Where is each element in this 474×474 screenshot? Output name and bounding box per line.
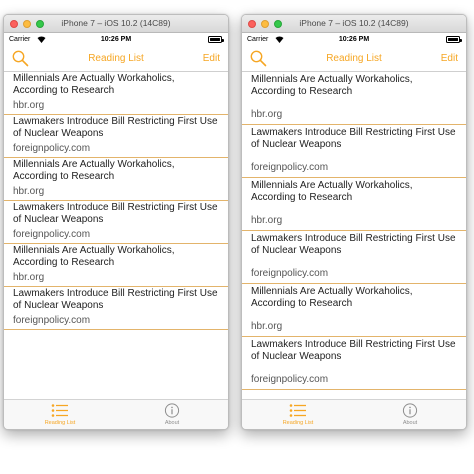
item-domain: foreignpolicy.com	[251, 162, 329, 173]
simulator-window-right: iPhone 7 – iOS 10.2 (14C89) Carrier 10:2…	[241, 14, 467, 430]
battery-icon	[446, 36, 462, 43]
list-item[interactable]: Millennials Are Actually Workaholics, Ac…	[242, 178, 466, 231]
status-bar: Carrier 10:26 PM	[242, 33, 466, 46]
reading-list: Millennials Are Actually Workaholics, Ac…	[242, 72, 466, 390]
item-domain: foreignpolicy.com	[251, 268, 329, 279]
item-title: Millennials Are Actually Workaholics, Ac…	[251, 74, 413, 97]
item-title: Millennials Are Actually Workaholics, Ac…	[13, 159, 175, 182]
item-domain: hbr.org	[251, 109, 283, 120]
item-domain: hbr.org	[13, 100, 45, 111]
window-titlebar: iPhone 7 – iOS 10.2 (14C89)	[4, 15, 228, 33]
item-title: Lawmakers Introduce Bill Restricting Fir…	[13, 202, 218, 225]
list-icon	[289, 403, 307, 418]
list-item[interactable]: Millennials Are Actually Workaholics, Ac…	[4, 244, 228, 287]
list-item[interactable]: Lawmakers Introduce Bill Restricting Fir…	[242, 337, 466, 390]
item-title: Lawmakers Introduce Bill Restricting Fir…	[251, 233, 456, 256]
reading-list: Millennials Are Actually Workaholics, Ac…	[4, 72, 228, 330]
item-title: Lawmakers Introduce Bill Restricting Fir…	[251, 339, 456, 362]
status-bar: Carrier 10:26 PM	[4, 33, 228, 46]
tab-label: Reading List	[282, 420, 314, 426]
nav-title: Reading List	[88, 53, 144, 64]
window-title: iPhone 7 – iOS 10.2 (14C89)	[61, 18, 171, 28]
list-item[interactable]: Lawmakers Introduce Bill Restricting Fir…	[4, 287, 228, 330]
item-title: Millennials Are Actually Workaholics, Ac…	[251, 286, 413, 309]
item-title: Millennials Are Actually Workaholics, Ac…	[251, 180, 413, 203]
list-item[interactable]: Lawmakers Introduce Bill Restricting Fir…	[242, 125, 466, 178]
item-title: Lawmakers Introduce Bill Restricting Fir…	[13, 288, 218, 311]
status-time: 10:26 PM	[338, 36, 370, 43]
list-item[interactable]: Millennials Are Actually Workaholics, Ac…	[242, 72, 466, 125]
list-item[interactable]: Millennials Are Actually Workaholics, Ac…	[4, 72, 228, 115]
list-item[interactable]: Millennials Are Actually Workaholics, Ac…	[4, 158, 228, 201]
item-domain: foreignpolicy.com	[13, 229, 91, 240]
list-item[interactable]: Lawmakers Introduce Bill Restricting Fir…	[242, 231, 466, 284]
edit-button[interactable]: Edit	[203, 53, 220, 64]
edit-button[interactable]: Edit	[441, 53, 458, 64]
list-item[interactable]: Millennials Are Actually Workaholics, Ac…	[242, 284, 466, 337]
tab-about[interactable]: About	[116, 400, 228, 429]
tab-about[interactable]: About	[354, 400, 466, 429]
navigation-bar: Reading List Edit	[242, 46, 466, 72]
tab-reading-list[interactable]: Reading List	[4, 400, 116, 429]
status-time: 10:26 PM	[100, 36, 132, 43]
nav-title: Reading List	[326, 53, 382, 64]
tab-label: About	[164, 420, 180, 426]
info-icon	[163, 403, 181, 418]
navigation-bar: Reading List Edit	[4, 46, 228, 72]
item-domain: foreignpolicy.com	[13, 143, 91, 154]
tab-bar: Reading List About	[242, 399, 466, 429]
screenshot-stage: iPhone 7 – iOS 10.2 (14C89) Carrier 10:2…	[0, 0, 474, 474]
item-domain: hbr.org	[251, 215, 283, 226]
item-domain: hbr.org	[251, 321, 283, 332]
item-title: Millennials Are Actually Workaholics, Ac…	[13, 73, 175, 96]
list-item[interactable]: Lawmakers Introduce Bill Restricting Fir…	[4, 115, 228, 158]
item-title: Millennials Are Actually Workaholics, Ac…	[13, 245, 175, 268]
item-title: Lawmakers Introduce Bill Restricting Fir…	[251, 127, 456, 150]
item-domain: hbr.org	[13, 186, 45, 197]
list-item[interactable]: Lawmakers Introduce Bill Restricting Fir…	[4, 201, 228, 244]
item-domain: foreignpolicy.com	[251, 374, 329, 385]
item-title: Lawmakers Introduce Bill Restricting Fir…	[13, 116, 218, 139]
item-domain: hbr.org	[13, 272, 45, 283]
tab-label: About	[402, 420, 418, 426]
item-domain: foreignpolicy.com	[13, 315, 91, 326]
tab-label: Reading List	[44, 420, 76, 426]
tab-reading-list[interactable]: Reading List	[242, 400, 354, 429]
tab-bar: Reading List About	[4, 399, 228, 429]
simulator-window-left: iPhone 7 – iOS 10.2 (14C89) Carrier 10:2…	[3, 14, 229, 430]
window-title: iPhone 7 – iOS 10.2 (14C89)	[299, 18, 409, 28]
window-titlebar: iPhone 7 – iOS 10.2 (14C89)	[242, 15, 466, 33]
list-icon	[51, 403, 69, 418]
battery-icon	[208, 36, 224, 43]
info-icon	[401, 403, 419, 418]
